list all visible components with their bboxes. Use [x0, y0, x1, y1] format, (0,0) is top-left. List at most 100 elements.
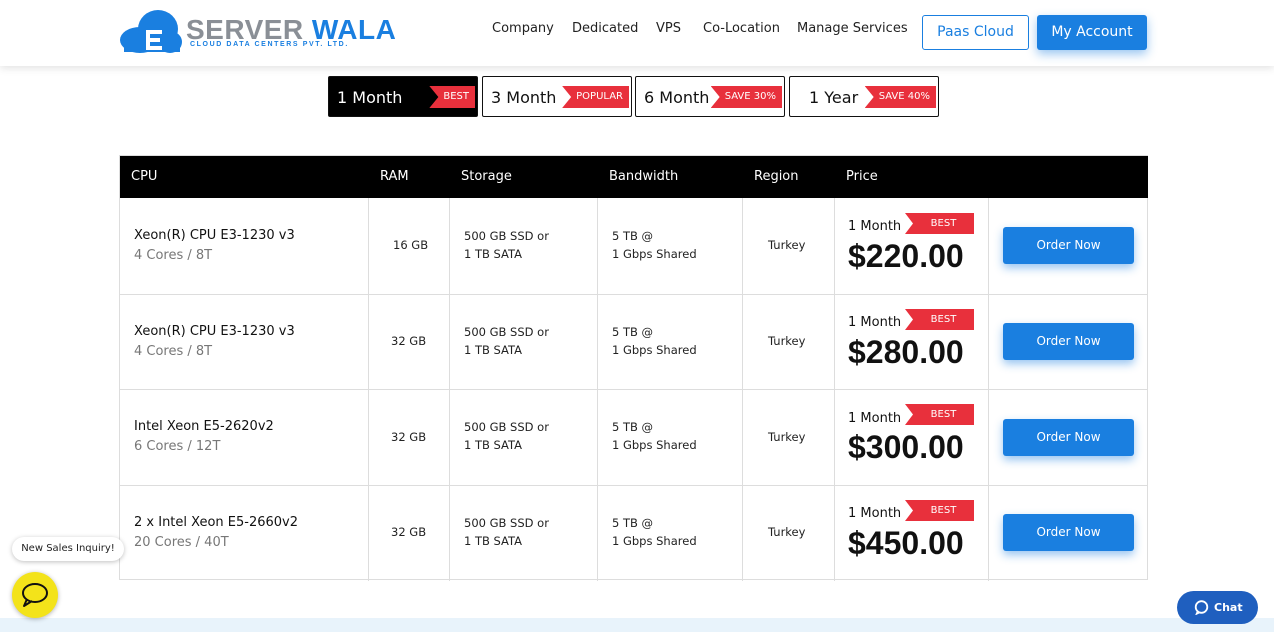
nav-company[interactable]: Company [492, 21, 554, 36]
tab-badge: POPULAR [562, 86, 629, 108]
cpu-name: Xeon(R) CPU E3-1230 v3 [134, 228, 295, 243]
region-value: Turkey [768, 238, 806, 252]
site-header: SERVER WALA CLOUD DATA CENTERS PVT. LTD.… [0, 0, 1274, 66]
my-account-button[interactable]: My Account [1037, 15, 1147, 50]
tab-label: 1 Month [337, 88, 403, 107]
price-cell: 1 Month BEST $300.00 [835, 390, 989, 485]
cpu-name: Intel Xeon E5-2620v2 [134, 419, 274, 434]
price-cell: 1 Month BEST $450.00 [835, 486, 989, 581]
bandwidth-line-2: 1 Gbps Shared [612, 247, 697, 261]
price-badge: BEST [905, 500, 974, 521]
cpu-cell: Xeon(R) CPU E3-1230 v3 4 Cores / 8T [120, 198, 369, 294]
cpu-cores: 20 Cores / 40T [134, 535, 229, 550]
cpu-name: 2 x Intel Xeon E5-2660v2 [134, 515, 299, 530]
price-period: 1 Month [848, 411, 902, 426]
nav-co-location[interactable]: Co-Location [703, 21, 780, 36]
logo[interactable]: SERVER WALA CLOUD DATA CENTERS PVT. LTD. [120, 10, 396, 54]
tab-3-month[interactable]: 3 Month POPULAR [482, 76, 632, 117]
column-header-storage: Storage [461, 169, 512, 184]
chat-icon [1194, 600, 1209, 615]
pricing-table: CPU RAM Storage Bandwidth Region Price X… [119, 155, 1148, 581]
price-value: $280.00 [848, 334, 964, 370]
bandwidth-line-2: 1 Gbps Shared [612, 534, 697, 548]
region-cell: Turkey [743, 295, 835, 390]
price-cell: 1 Month BEST $280.00 [835, 295, 989, 390]
price-badge: BEST [905, 213, 974, 234]
order-now-button[interactable]: Order Now [1003, 227, 1134, 264]
cloud-logo-icon [120, 10, 182, 53]
tab-label: 3 Month [491, 88, 557, 107]
storage-line-1: 500 GB SSD or [464, 516, 549, 530]
chat-label: Chat [1214, 601, 1243, 614]
new-sales-inquiry-label[interactable]: New Sales Inquiry! [12, 537, 124, 561]
ram-cell: 32 GB [369, 390, 450, 485]
price-value: $450.00 [848, 525, 964, 561]
bandwidth-line-2: 1 Gbps Shared [612, 343, 697, 357]
bandwidth-line-1: 5 TB @ [612, 420, 654, 434]
ram-value: 32 GB [391, 525, 427, 539]
bandwidth-line-1: 5 TB @ [612, 325, 654, 339]
bandwidth-cell: 5 TB @ 1 Gbps Shared [598, 390, 743, 485]
nav-manage-services[interactable]: Manage Services [797, 21, 908, 36]
speech-bubble-icon [22, 583, 48, 607]
nav-vps[interactable]: VPS [656, 21, 681, 36]
storage-line-2: 1 TB SATA [464, 534, 523, 548]
table-row: Xeon(R) CPU E3-1230 v3 4 Cores / 8T 16 G… [120, 198, 1148, 294]
nav-dedicated[interactable]: Dedicated [572, 21, 638, 36]
storage-cell: 500 GB SSD or 1 TB SATA [450, 295, 598, 390]
region-value: Turkey [768, 334, 806, 348]
tab-label: 1 Year [809, 88, 859, 107]
footer-strip [0, 618, 1274, 632]
cpu-name: Xeon(R) CPU E3-1230 v3 [134, 324, 295, 339]
column-header-bandwidth: Bandwidth [609, 169, 679, 184]
bandwidth-cell: 5 TB @ 1 Gbps Shared [598, 198, 743, 294]
bandwidth-cell: 5 TB @ 1 Gbps Shared [598, 486, 743, 581]
ram-cell: 32 GB [369, 486, 450, 581]
order-now-button[interactable]: Order Now [1003, 419, 1134, 456]
cpu-cell: Xeon(R) CPU E3-1230 v3 4 Cores / 8T [120, 295, 369, 390]
storage-line-1: 500 GB SSD or [464, 420, 549, 434]
cpu-cores: 6 Cores / 12T [134, 439, 221, 454]
column-header-cpu: CPU [131, 169, 158, 184]
paas-cloud-button[interactable]: Paas Cloud [922, 15, 1029, 50]
region-cell: Turkey [743, 390, 835, 485]
ram-value: 32 GB [391, 430, 427, 444]
tab-1-year[interactable]: 1 Year SAVE 40% [789, 76, 939, 117]
price-badge: BEST [905, 404, 974, 425]
tab-badge: BEST [429, 86, 475, 108]
live-chat-button[interactable]: Chat [1177, 591, 1258, 624]
tab-badge: SAVE 40% [864, 86, 936, 108]
price-period: 1 Month [848, 315, 902, 330]
order-now-button[interactable]: Order Now [1003, 514, 1134, 551]
storage-cell: 500 GB SSD or 1 TB SATA [450, 390, 598, 485]
logo-tagline: CLOUD DATA CENTERS PVT. LTD. [190, 41, 349, 48]
ram-value: 16 GB [393, 238, 429, 252]
price-period: 1 Month [848, 219, 902, 234]
table-row: Intel Xeon E5-2620v2 6 Cores / 12T 32 GB… [120, 389, 1148, 485]
storage-line-2: 1 TB SATA [464, 343, 523, 357]
cpu-cores: 4 Cores / 8T [134, 248, 213, 263]
tab-6-month[interactable]: 6 Month SAVE 30% [635, 76, 785, 117]
price-value: $220.00 [848, 238, 964, 274]
storage-line-1: 500 GB SSD or [464, 325, 549, 339]
storage-cell: 500 GB SSD or 1 TB SATA [450, 198, 598, 294]
ram-value: 32 GB [391, 334, 427, 348]
storage-line-1: 500 GB SSD or [464, 229, 549, 243]
tab-badge: SAVE 30% [710, 86, 782, 108]
order-now-button[interactable]: Order Now [1003, 323, 1134, 360]
table-row: 2 x Intel Xeon E5-2660v2 20 Cores / 40T … [120, 485, 1148, 581]
region-cell: Turkey [743, 198, 835, 294]
tab-label: 6 Month [644, 88, 710, 107]
sales-chat-button[interactable] [12, 572, 58, 618]
cpu-cores: 4 Cores / 8T [134, 344, 213, 359]
storage-line-2: 1 TB SATA [464, 438, 523, 452]
cpu-cell: Intel Xeon E5-2620v2 6 Cores / 12T [120, 390, 369, 485]
ram-cell: 16 GB [369, 198, 450, 294]
ram-cell: 32 GB [369, 295, 450, 390]
column-header-region: Region [754, 169, 799, 184]
price-cell: 1 Month BEST $220.00 [835, 198, 989, 294]
tab-1-month[interactable]: 1 Month BEST [328, 76, 478, 117]
bandwidth-line-2: 1 Gbps Shared [612, 438, 697, 452]
bandwidth-cell: 5 TB @ 1 Gbps Shared [598, 295, 743, 390]
price-period: 1 Month [848, 506, 902, 521]
